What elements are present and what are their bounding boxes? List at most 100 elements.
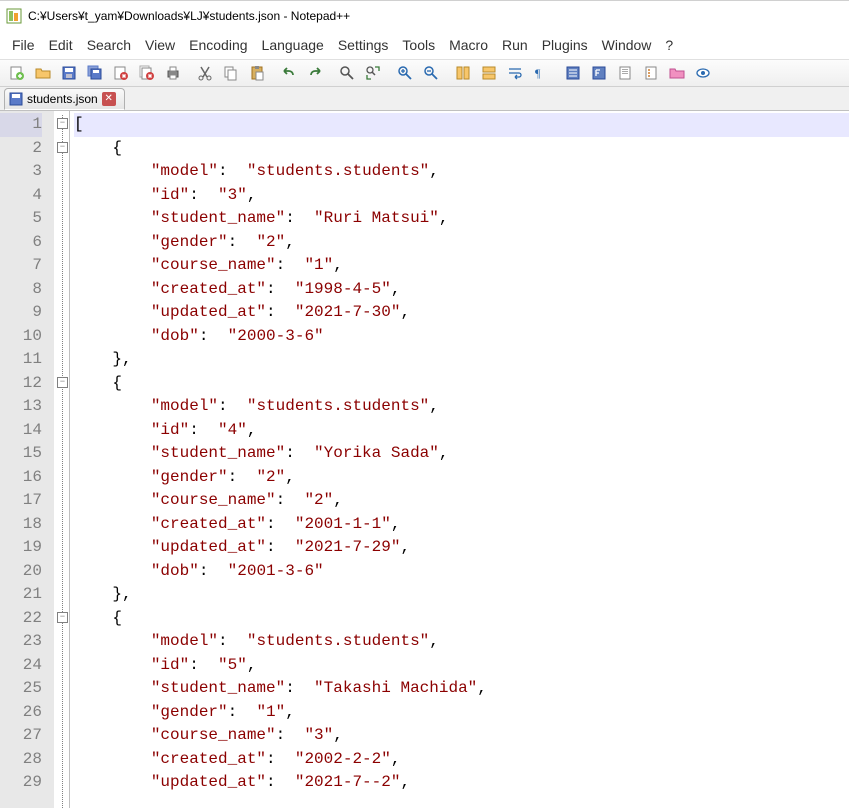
zoom-out-icon[interactable] bbox=[418, 61, 444, 85]
tab-close-icon[interactable]: ✕ bbox=[102, 92, 116, 106]
sync-v-icon[interactable] bbox=[450, 61, 476, 85]
new-file-icon[interactable] bbox=[4, 61, 30, 85]
code-line[interactable]: "created_at": "1998-4-5", bbox=[74, 278, 849, 302]
code-line[interactable]: "dob": "2001-3-6" bbox=[74, 560, 849, 584]
code-line[interactable]: "updated_at": "2021-7-30", bbox=[74, 301, 849, 325]
save-all-icon[interactable] bbox=[82, 61, 108, 85]
code-line[interactable]: "created_at": "2001-1-1", bbox=[74, 513, 849, 537]
code-line[interactable]: "id": "4", bbox=[74, 419, 849, 443]
menu-settings[interactable]: Settings bbox=[332, 35, 395, 55]
monitor-icon[interactable] bbox=[690, 61, 716, 85]
menu-view[interactable]: View bbox=[139, 35, 181, 55]
code-line[interactable]: "model": "students.students", bbox=[74, 160, 849, 184]
code-line[interactable]: "student_name": "Takashi Machida", bbox=[74, 677, 849, 701]
tab-students-json[interactable]: students.json ✕ bbox=[4, 88, 125, 110]
line-number: 29 bbox=[0, 771, 42, 795]
cut-icon[interactable] bbox=[192, 61, 218, 85]
line-number: 6 bbox=[0, 231, 42, 255]
code-line[interactable]: "gender": "2", bbox=[74, 466, 849, 490]
lang-icon[interactable] bbox=[586, 61, 612, 85]
menu-encoding[interactable]: Encoding bbox=[183, 35, 253, 55]
tab-label: students.json bbox=[27, 92, 98, 106]
save-icon[interactable] bbox=[56, 61, 82, 85]
code-line[interactable]: }, bbox=[74, 348, 849, 372]
window-title: C:¥Users¥t_yam¥Downloads¥LJ¥students.jso… bbox=[28, 9, 350, 23]
code-area[interactable]: [ { "model": "students.students", "id": … bbox=[70, 111, 849, 808]
code-line[interactable]: { bbox=[74, 137, 849, 161]
menu-help[interactable]: ? bbox=[659, 35, 679, 55]
menu-language[interactable]: Language bbox=[256, 35, 330, 55]
paste-icon[interactable] bbox=[244, 61, 270, 85]
indent-guide-icon[interactable] bbox=[560, 61, 586, 85]
menu-search[interactable]: Search bbox=[81, 35, 137, 55]
zoom-in-icon[interactable] bbox=[392, 61, 418, 85]
print-icon[interactable] bbox=[160, 61, 186, 85]
func-list-icon[interactable] bbox=[638, 61, 664, 85]
code-line[interactable]: "updated_at": "2021-7-29", bbox=[74, 536, 849, 560]
fold-toggle-icon[interactable]: − bbox=[57, 118, 68, 129]
code-line[interactable]: "id": "5", bbox=[74, 654, 849, 678]
line-number: 1 bbox=[0, 113, 42, 137]
fold-toggle-icon[interactable]: − bbox=[57, 377, 68, 388]
line-number: 19 bbox=[0, 536, 42, 560]
folder-workspace-icon[interactable] bbox=[664, 61, 690, 85]
code-line[interactable]: "student_name": "Ruri Matsui", bbox=[74, 207, 849, 231]
code-line[interactable]: "course_name": "3", bbox=[74, 724, 849, 748]
line-number: 2 bbox=[0, 137, 42, 161]
line-number: 17 bbox=[0, 489, 42, 513]
code-line[interactable]: "course_name": "2", bbox=[74, 489, 849, 513]
line-number: 18 bbox=[0, 513, 42, 537]
close-all-icon[interactable] bbox=[134, 61, 160, 85]
menu-run[interactable]: Run bbox=[496, 35, 534, 55]
editor: 1234567891011121314151617181920212223242… bbox=[0, 111, 849, 808]
code-line[interactable]: "updated_at": "2021-7--2", bbox=[74, 771, 849, 795]
line-number: 21 bbox=[0, 583, 42, 607]
line-number: 8 bbox=[0, 278, 42, 302]
line-number: 16 bbox=[0, 466, 42, 490]
menu-plugins[interactable]: Plugins bbox=[536, 35, 594, 55]
sync-h-icon[interactable] bbox=[476, 61, 502, 85]
doc-map-icon[interactable] bbox=[612, 61, 638, 85]
save-state-icon bbox=[9, 92, 23, 106]
line-number: 3 bbox=[0, 160, 42, 184]
wordwrap-icon[interactable] bbox=[502, 61, 528, 85]
menu-macro[interactable]: Macro bbox=[443, 35, 494, 55]
code-line[interactable]: "created_at": "2002-2-2", bbox=[74, 748, 849, 772]
redo-icon[interactable] bbox=[302, 61, 328, 85]
code-line[interactable]: "gender": "1", bbox=[74, 701, 849, 725]
code-line[interactable]: }, bbox=[74, 583, 849, 607]
open-folder-icon[interactable] bbox=[30, 61, 56, 85]
line-number: 24 bbox=[0, 654, 42, 678]
menu-tools[interactable]: Tools bbox=[396, 35, 441, 55]
code-line[interactable]: [ bbox=[74, 113, 849, 137]
code-line[interactable]: { bbox=[74, 607, 849, 631]
line-number: 14 bbox=[0, 419, 42, 443]
line-number: 15 bbox=[0, 442, 42, 466]
code-line[interactable]: "id": "3", bbox=[74, 184, 849, 208]
undo-icon[interactable] bbox=[276, 61, 302, 85]
code-line[interactable]: "student_name": "Yorika Sada", bbox=[74, 442, 849, 466]
line-number: 26 bbox=[0, 701, 42, 725]
code-line[interactable]: "model": "students.students", bbox=[74, 630, 849, 654]
find-icon[interactable] bbox=[334, 61, 360, 85]
titlebar: C:¥Users¥t_yam¥Downloads¥LJ¥students.jso… bbox=[0, 1, 849, 31]
line-number: 20 bbox=[0, 560, 42, 584]
code-line[interactable]: "gender": "2", bbox=[74, 231, 849, 255]
code-line[interactable]: "model": "students.students", bbox=[74, 395, 849, 419]
line-number: 27 bbox=[0, 724, 42, 748]
fold-toggle-icon[interactable]: − bbox=[57, 142, 68, 153]
copy-icon[interactable] bbox=[218, 61, 244, 85]
menu-window[interactable]: Window bbox=[596, 35, 658, 55]
allchars-icon[interactable]: ¶ bbox=[528, 61, 554, 85]
replace-icon[interactable] bbox=[360, 61, 386, 85]
close-icon[interactable] bbox=[108, 61, 134, 85]
code-line[interactable]: "course_name": "1", bbox=[74, 254, 849, 278]
fold-column[interactable]: − − − − bbox=[54, 111, 70, 808]
line-number: 28 bbox=[0, 748, 42, 772]
code-line[interactable]: { bbox=[74, 372, 849, 396]
menu-edit[interactable]: Edit bbox=[43, 35, 79, 55]
menu-file[interactable]: File bbox=[6, 35, 41, 55]
line-number: 9 bbox=[0, 301, 42, 325]
fold-toggle-icon[interactable]: − bbox=[57, 612, 68, 623]
code-line[interactable]: "dob": "2000-3-6" bbox=[74, 325, 849, 349]
